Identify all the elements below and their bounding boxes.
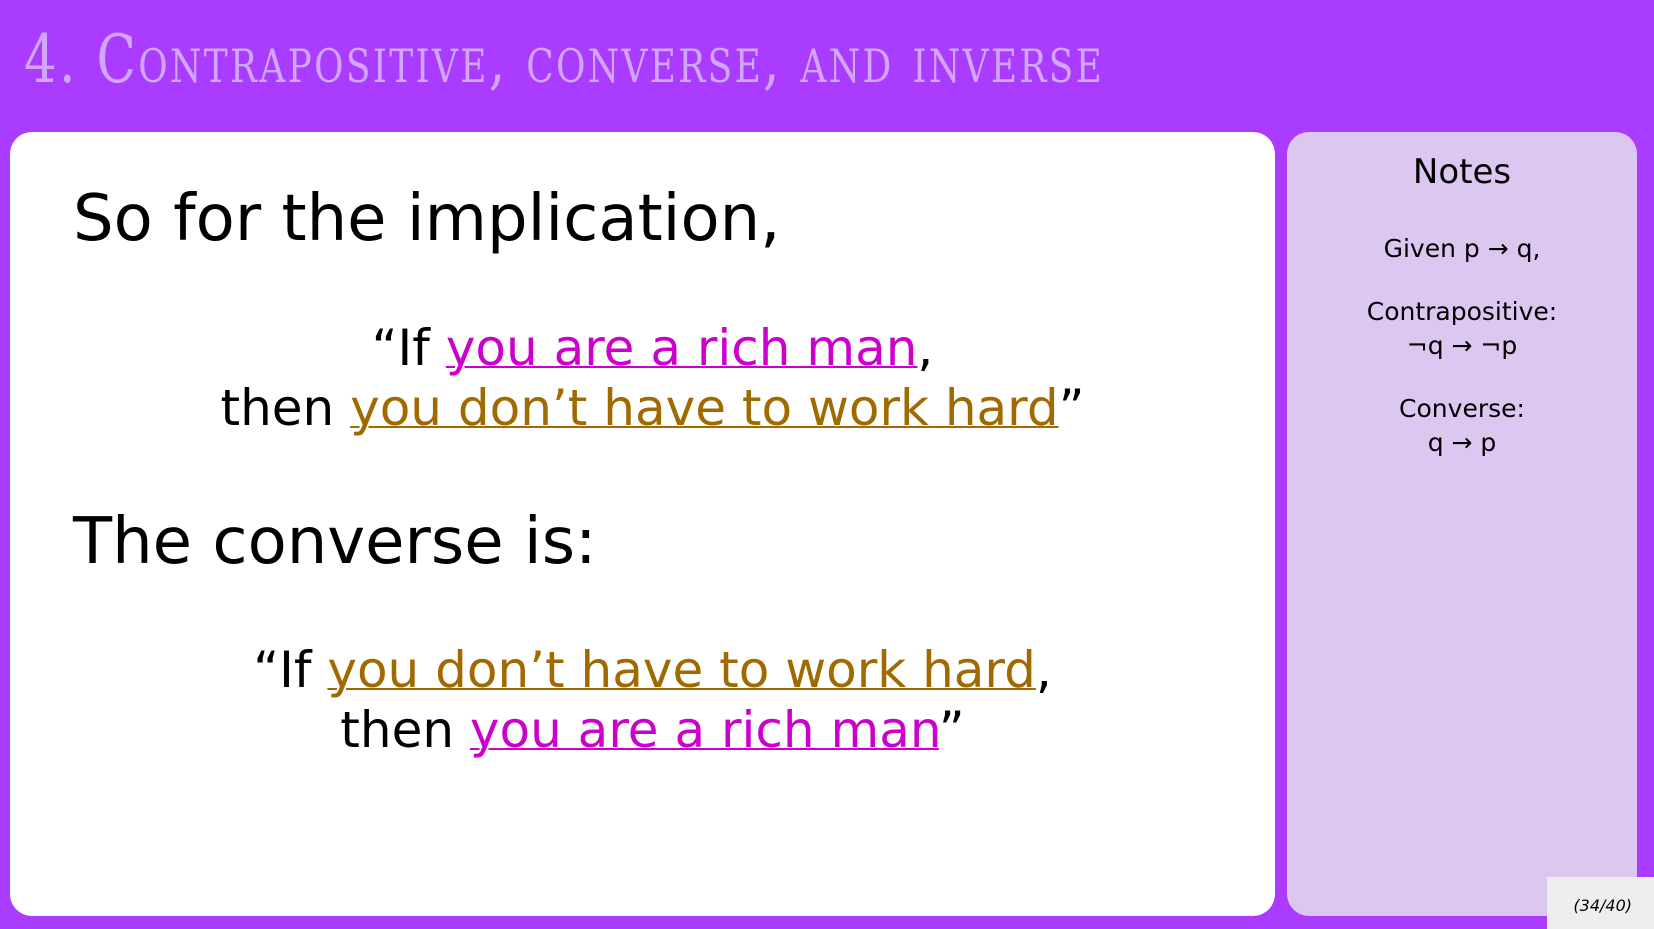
comma: ,: [1035, 641, 1052, 699]
comma: ,: [917, 319, 934, 377]
conclusion-clause: you don’t have to work hard: [350, 379, 1059, 437]
hypothesis-clause: you are a rich man: [445, 319, 918, 377]
note-contrapositive: Contrapositive: ¬q → ¬p: [1287, 295, 1637, 363]
implication-quote: “If you are a rich man, then you don’t h…: [20, 318, 1285, 438]
note-converse: Converse: q → p: [1287, 392, 1637, 460]
note-given: Given p → q,: [1287, 232, 1637, 266]
implication-heading: So for the implication,: [73, 182, 781, 256]
converse-line-1: “If you don’t have to work hard,: [20, 640, 1285, 700]
open-quote: “If: [371, 319, 446, 377]
notes-body: Given p → q, Contrapositive: ¬q → ¬p Con…: [1287, 232, 1637, 489]
contrapositive-label: Contrapositive:: [1366, 297, 1558, 326]
page-indicator: (34/40): [1573, 896, 1632, 915]
slide-title: 4. Contrapositive, converse, and inverse: [24, 21, 1105, 98]
contrapositive-formula: ¬q → ¬p: [1406, 331, 1518, 360]
converse-label: Converse:: [1399, 394, 1525, 423]
converse-quote: “If you don’t have to work hard, then yo…: [20, 640, 1285, 760]
implication-line-1: “If you are a rich man,: [20, 318, 1285, 378]
implication-line-2: then you don’t have to work hard”: [20, 378, 1285, 438]
close-quote: ”: [1058, 379, 1085, 437]
notes-panel: Notes Given p → q, Contrapositive: ¬q → …: [1287, 132, 1637, 916]
open-quote: “If: [253, 641, 328, 699]
main-content-panel: So for the implication, “If you are a ri…: [10, 132, 1275, 916]
converse-line-2: then you are a rich man”: [20, 700, 1285, 760]
then-word: then: [220, 379, 351, 437]
given-text: Given p → q,: [1383, 234, 1541, 263]
notes-title: Notes: [1412, 152, 1512, 192]
close-quote: ”: [938, 701, 965, 759]
converse-hypothesis-clause: you don’t have to work hard: [327, 641, 1036, 699]
converse-formula: q → p: [1427, 428, 1497, 457]
then-word: then: [340, 701, 470, 759]
converse-heading: The converse is:: [73, 505, 597, 579]
page-counter: (34/40): [1547, 877, 1654, 929]
converse-conclusion-clause: you are a rich man: [469, 701, 939, 759]
